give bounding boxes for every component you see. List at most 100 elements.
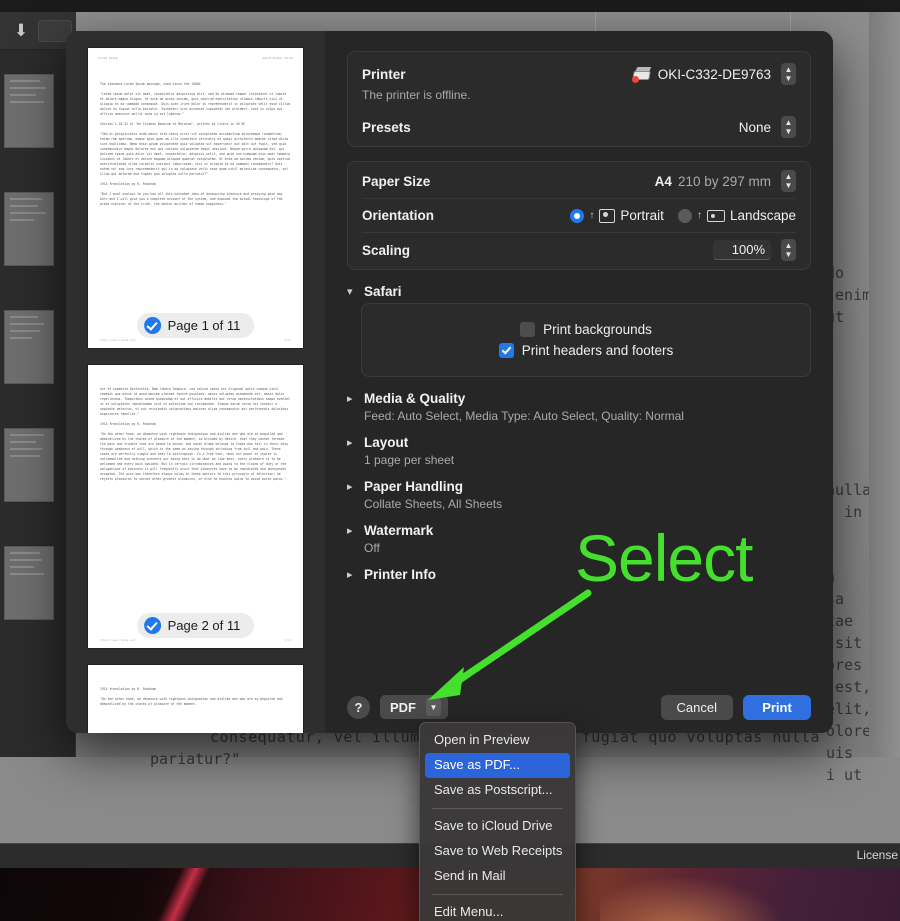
section-summary: 1 page per sheet: [364, 453, 455, 467]
menu-item-open-in-preview[interactable]: Open in Preview: [420, 728, 575, 753]
help-button[interactable]: ?: [347, 695, 370, 719]
paper-size-popup-chevron-icon[interactable]: ▲ ▼: [781, 170, 796, 192]
printer-value-group[interactable]: OKI-C332-DE9763 ▲ ▼: [631, 63, 796, 85]
page-badge-1[interactable]: Page 1 of 11: [136, 313, 255, 338]
paper-size-row[interactable]: Paper Size A4 210 by 297 mm ▲ ▼: [362, 164, 796, 198]
page-body-text: est et expedita distinctio. Nam libero t…: [100, 387, 290, 481]
scaling-input[interactable]: 100%: [713, 240, 771, 260]
scaling-row[interactable]: Scaling 100% ▲ ▼: [362, 232, 796, 267]
print-button[interactable]: Print: [743, 694, 811, 720]
chevron-right-icon[interactable]: ▸: [347, 480, 356, 493]
orientation-portrait-option[interactable]: ↑ Portrait: [570, 208, 664, 223]
menu-item-send-in-mail[interactable]: Send in Mail: [420, 864, 575, 889]
menu-item-edit-menu[interactable]: Edit Menu...: [420, 900, 575, 921]
menu-item-save-as-pdf[interactable]: Save as PDF...: [425, 753, 570, 778]
page-preview-2[interactable]: est et expedita distinctio. Nam libero t…: [88, 365, 303, 648]
page-header-left: Lorem Ipsum: [98, 56, 118, 60]
background-page-thumb[interactable]: [4, 74, 54, 148]
background-text-bottom-2: pariatur?": [150, 750, 241, 768]
landscape-tick-icon: ↑: [696, 210, 702, 221]
background-right-edge: [869, 12, 900, 757]
print-headers-footers-option[interactable]: Print headers and footers: [498, 343, 674, 358]
radio-portrait-icon[interactable]: [570, 208, 585, 223]
section-printer-info[interactable]: ▸ Printer Info: [347, 567, 811, 582]
check-icon: [143, 617, 161, 634]
section-title: Layout: [364, 435, 409, 450]
pdf-button[interactable]: PDF ▼: [380, 695, 448, 719]
cancel-button[interactable]: Cancel: [660, 694, 733, 720]
print-backgrounds-option[interactable]: Print backgrounds: [520, 322, 652, 337]
checkbox-print-backgrounds[interactable]: [520, 322, 536, 337]
page-preview-3[interactable]: 1914 translation by H. Rackham "On the o…: [88, 665, 303, 733]
section-title: Media & Quality: [364, 391, 466, 406]
printer-row[interactable]: Printer OKI-C332-DE9763 ▲ ▼: [362, 54, 796, 88]
chevron-right-icon[interactable]: ▸: [347, 524, 356, 537]
chevron-down-icon[interactable]: ▾: [347, 285, 356, 298]
background-page-thumb[interactable]: [4, 428, 54, 502]
landscape-page-icon: [706, 209, 725, 222]
page-body-text: The standard Lorem Ipsum passage, used s…: [100, 82, 290, 206]
printer-card: Printer OKI-C332-DE9763 ▲ ▼ The printer i…: [347, 51, 811, 147]
safari-options-card: Print backgrounds Print headers and foot…: [361, 303, 811, 377]
license-label[interactable]: License: [857, 848, 898, 862]
check-icon: [143, 317, 161, 334]
presets-popup-chevron-icon[interactable]: ▲ ▼: [781, 116, 796, 138]
chevron-right-icon[interactable]: ▸: [347, 436, 356, 449]
section-layout[interactable]: ▸ Layout: [347, 435, 811, 450]
orientation-options[interactable]: ↑ Portrait ↑ Landscape: [570, 208, 796, 223]
orientation-landscape-option[interactable]: ↑ Landscape: [677, 208, 796, 223]
section-watermark[interactable]: ▸ Watermark: [347, 523, 811, 538]
background-sidebar-panel: ⬇: [0, 12, 76, 757]
print-headers-footers-label: Print headers and footers: [521, 343, 674, 358]
page-footer: https://www.lipsum.com/ 2/11: [100, 639, 291, 642]
page-badge-2[interactable]: Page 2 of 11: [136, 613, 255, 638]
page-footer: https://www.lipsum.com/ 1/11: [100, 339, 291, 342]
presets-value-group[interactable]: None ▲ ▼: [739, 116, 796, 138]
print-settings-pane: Printer OKI-C332-DE9763 ▲ ▼ The printer i…: [325, 31, 833, 733]
radio-landscape-icon[interactable]: [677, 208, 692, 223]
presets-label: Presets: [362, 119, 411, 135]
pdf-button-label: PDF: [390, 699, 416, 715]
menu-item-save-as-postscript[interactable]: Save as Postscript...: [420, 778, 575, 803]
orientation-row[interactable]: Orientation ↑ Portrait ↑ Landscape: [362, 198, 796, 232]
paper-size-label: Paper Size: [362, 173, 431, 189]
printer-label: Printer: [362, 66, 406, 82]
print-preview-pane[interactable]: Lorem Ipsum about:blank 10:41 The standa…: [66, 31, 325, 733]
menu-item-save-to-web-receipts[interactable]: Save to Web Receipts: [420, 839, 575, 864]
print-dialog: Lorem Ipsum about:blank 10:41 The standa…: [66, 31, 833, 733]
scaling-label: Scaling: [362, 242, 411, 258]
menu-item-save-to-icloud-drive[interactable]: Save to iCloud Drive: [420, 814, 575, 839]
scaling-stepper[interactable]: ▲ ▼: [781, 239, 796, 261]
section-summary: Off: [364, 541, 380, 555]
orientation-landscape-label: Landscape: [729, 208, 796, 223]
safari-section-header[interactable]: ▾ Safari: [347, 284, 811, 299]
checkbox-print-headers-footers[interactable]: [498, 343, 514, 358]
page-badge-label: Page 1 of 11: [167, 318, 241, 333]
page-header: Lorem Ipsum about:blank 10:41: [88, 48, 303, 60]
printer-popup-chevron-icon[interactable]: ▲ ▼: [781, 63, 796, 85]
printer-status: The printer is offline.: [362, 88, 471, 102]
background-page-thumb[interactable]: [4, 192, 54, 266]
chevron-right-icon[interactable]: ▸: [347, 568, 356, 581]
section-paper-handling[interactable]: ▸ Paper Handling: [347, 479, 811, 494]
print-backgrounds-label: Print backgrounds: [543, 322, 652, 337]
page-footer-right: 2/11: [284, 639, 291, 642]
paper-size-value-group[interactable]: A4 210 by 297 mm ▲ ▼: [655, 170, 796, 192]
presets-row[interactable]: Presets None ▲ ▼: [362, 110, 796, 144]
page-preview-1[interactable]: Lorem Ipsum about:blank 10:41 The standa…: [88, 48, 303, 348]
pdf-dropdown-menu[interactable]: Open in Preview Save as PDF... Save as P…: [419, 722, 576, 921]
printer-name: OKI-C332-DE9763: [657, 66, 771, 82]
dialog-footer: ? PDF ▼ Cancel Print: [325, 681, 833, 733]
collapsed-sections: ▸ Media & Quality Feed: Auto Select, Med…: [347, 391, 811, 582]
background-page-thumb[interactable]: [4, 546, 54, 620]
paper-card: Paper Size A4 210 by 297 mm ▲ ▼ Orientati…: [347, 161, 811, 270]
wallpaper-streak: [100, 868, 280, 921]
settings-scroll-area[interactable]: Printer OKI-C332-DE9763 ▲ ▼ The printer i…: [325, 31, 833, 681]
chevron-right-icon[interactable]: ▸: [347, 392, 356, 405]
section-title: Watermark: [364, 523, 434, 538]
screen: do enim ut nulla in n sa tae sit ores es…: [0, 0, 900, 921]
background-page-thumb[interactable]: [4, 310, 54, 384]
scaling-value-group[interactable]: 100% ▲ ▼: [713, 239, 796, 261]
chevron-down-icon[interactable]: ▼: [426, 698, 441, 716]
section-media-quality[interactable]: ▸ Media & Quality: [347, 391, 811, 406]
